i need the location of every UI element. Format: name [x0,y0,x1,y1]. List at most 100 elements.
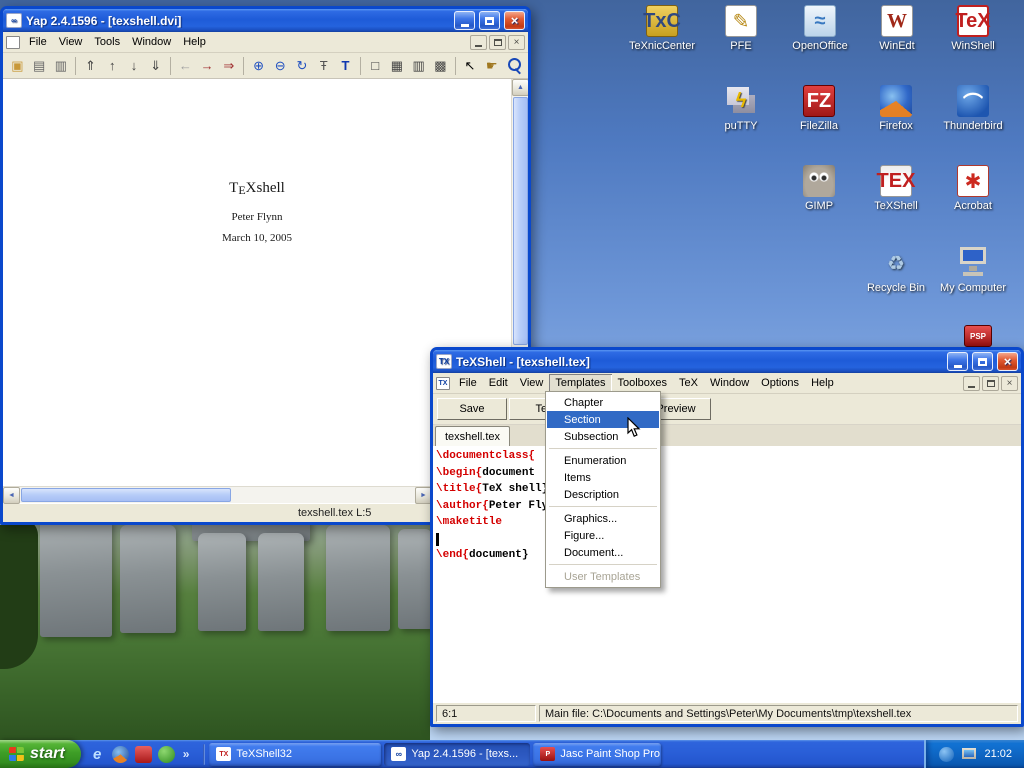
desktop-icon-texshell[interactable]: TEX TeXShell [857,165,935,212]
tex-source-editor[interactable]: \documentclass{ \begin{document \title{T… [433,447,1021,703]
desktop-icon-openoffice[interactable]: ≈ OpenOffice [781,5,859,52]
zoom-in-icon[interactable]: ⊕ [248,55,269,76]
desktop-icon-thunderbird[interactable]: ⌒ Thunderbird [934,85,1012,132]
desktop-icon-pfe[interactable]: ✎ PFE [702,5,780,52]
desktop-icon-gimp[interactable]: GIMP [780,165,858,212]
print-icon[interactable]: ▤ [29,55,50,76]
double-page-icon[interactable]: ▥ [408,55,429,76]
internet-explorer-icon[interactable]: e [89,746,106,763]
start-button[interactable]: start [0,740,81,768]
magnifier-tool-icon[interactable] [503,55,524,76]
yap-titlebar[interactable]: ∞ Yap 2.4.1596 - [texshell.dvi] [3,9,528,32]
menu-item-enumeration[interactable]: Enumeration [547,452,659,469]
mdi-close-button[interactable] [1001,376,1018,391]
menu-item-section[interactable]: Section [547,411,659,428]
menu-item-document[interactable]: Document... [547,544,659,561]
taskbutton-texshell32[interactable]: TX TeXShell32 [209,743,381,766]
mdi-restore-button[interactable] [489,35,506,50]
menu-item-subsection[interactable]: Subsection [547,428,659,445]
menu-item-description[interactable]: Description [547,486,659,503]
desktop-icon-acrobat[interactable]: ✱ Acrobat [934,165,1012,212]
quick-launch-overflow-chevron[interactable]: » [181,747,192,761]
minimize-button[interactable] [454,11,475,30]
desktop-icon-putty[interactable]: ϟ puTTY [702,85,780,132]
mdi-close-button[interactable] [508,35,525,50]
green-app-icon[interactable] [158,746,175,763]
mdi-minimize-button[interactable] [963,376,980,391]
close-button[interactable] [504,11,525,30]
forward-icon[interactable]: → [197,55,218,76]
scroll-up-button[interactable] [512,79,529,96]
menu-file[interactable]: File [23,33,53,51]
mdi-minimize-button[interactable] [470,35,487,50]
zoom-out-icon[interactable]: ⊖ [270,55,291,76]
desktop-icon-filezilla[interactable]: FZ FileZilla [780,85,858,132]
icon-glyph: ✎ [733,9,750,34]
firefox-icon[interactable] [112,746,129,763]
mdi-restore-button[interactable] [982,376,999,391]
page-grid-icon[interactable]: ▦ [387,55,408,76]
yap-app-icon: ∞ [6,13,22,28]
minimize-button[interactable] [947,352,968,371]
menu-toolboxes[interactable]: Toolboxes [612,374,674,392]
scroll-left-button[interactable] [3,487,20,504]
scrollbar-thumb[interactable] [21,488,231,502]
hand-tool-icon[interactable]: ☛ [481,55,502,76]
texshell-titlebar[interactable]: TX TeXShell - [texshell.tex] [433,350,1021,373]
continuous-view-icon[interactable]: ▩ [430,55,451,76]
menu-templates[interactable]: Templates [549,374,611,392]
desktop-icon-winedt[interactable]: W WinEdt [858,5,936,52]
menu-help[interactable]: Help [177,33,212,51]
tab-texshell-tex[interactable]: texshell.tex [435,426,510,446]
close-button[interactable] [997,352,1018,371]
menu-tools[interactable]: Tools [88,33,126,51]
save-button[interactable]: Save [437,398,507,420]
goto-page-icon[interactable]: ⇒ [218,55,239,76]
menu-options[interactable]: Options [755,374,805,392]
maximize-button[interactable] [972,352,993,371]
menu-window[interactable]: Window [126,33,177,51]
wallpaper-stone [40,525,112,637]
filezilla-icon: FZ [803,85,835,117]
menu-item-items[interactable]: Items [547,469,659,486]
menu-help[interactable]: Help [805,374,840,392]
menu-view[interactable]: View [53,33,89,51]
desktop-icon-recycle-bin[interactable]: ♻ Recycle Bin [857,247,935,294]
menu-item-graphics[interactable]: Graphics... [547,510,659,527]
next-page-icon[interactable]: ↓ [124,55,145,76]
winshell-icon: TeX [957,5,989,37]
icon-label: Thunderbird [943,120,1002,132]
menu-item-chapter[interactable]: Chapter [547,394,659,411]
desktop-icon-texniccenter[interactable]: TxC TeXnicCenter [623,5,701,52]
first-page-icon[interactable]: ⇑ [80,55,101,76]
tex-logo-t: T [229,180,238,196]
tray-display-icon[interactable] [961,748,977,761]
maximize-button[interactable] [479,11,500,30]
menu-tex[interactable]: TeX [673,374,704,392]
print-setup-icon[interactable]: ▥ [50,55,71,76]
refresh-icon[interactable]: ↻ [292,55,313,76]
menu-edit[interactable]: Edit [483,374,514,392]
taskbutton-yap[interactable]: ∞ Yap 2.4.1596 - [texs... [384,743,530,766]
taskbutton-paint-shop-pro[interactable]: P Jasc Paint Shop Pro [533,743,661,766]
menu-window[interactable]: Window [704,374,755,392]
desktop: TxC TeXnicCenter ✎ PFE ≈ OpenOffice W Wi… [0,0,1024,768]
single-page-icon[interactable]: □ [365,55,386,76]
desktop-icon-my-computer[interactable]: My Computer [934,247,1012,294]
select-tool-icon[interactable]: ↖ [460,55,481,76]
last-page-icon[interactable]: ⇓ [145,55,166,76]
desktop-icon-paint-shop-pro[interactable]: PSP [964,325,992,347]
red-app-icon[interactable] [135,746,152,763]
ruler-icon[interactable]: Ŧ [313,55,334,76]
prev-page-icon[interactable]: ↑ [102,55,123,76]
back-icon[interactable]: ← [175,55,196,76]
scrollbar-thumb[interactable] [513,97,528,345]
open-file-icon[interactable]: ▣ [7,55,28,76]
text-mode-icon[interactable]: T [335,55,356,76]
menu-file[interactable]: File [453,374,483,392]
desktop-icon-winshell[interactable]: TeX WinShell [934,5,1012,52]
menu-view[interactable]: View [514,374,550,392]
tray-messenger-icon[interactable] [939,747,954,762]
desktop-icon-firefox[interactable]: Firefox [857,85,935,132]
menu-item-figure[interactable]: Figure... [547,527,659,544]
